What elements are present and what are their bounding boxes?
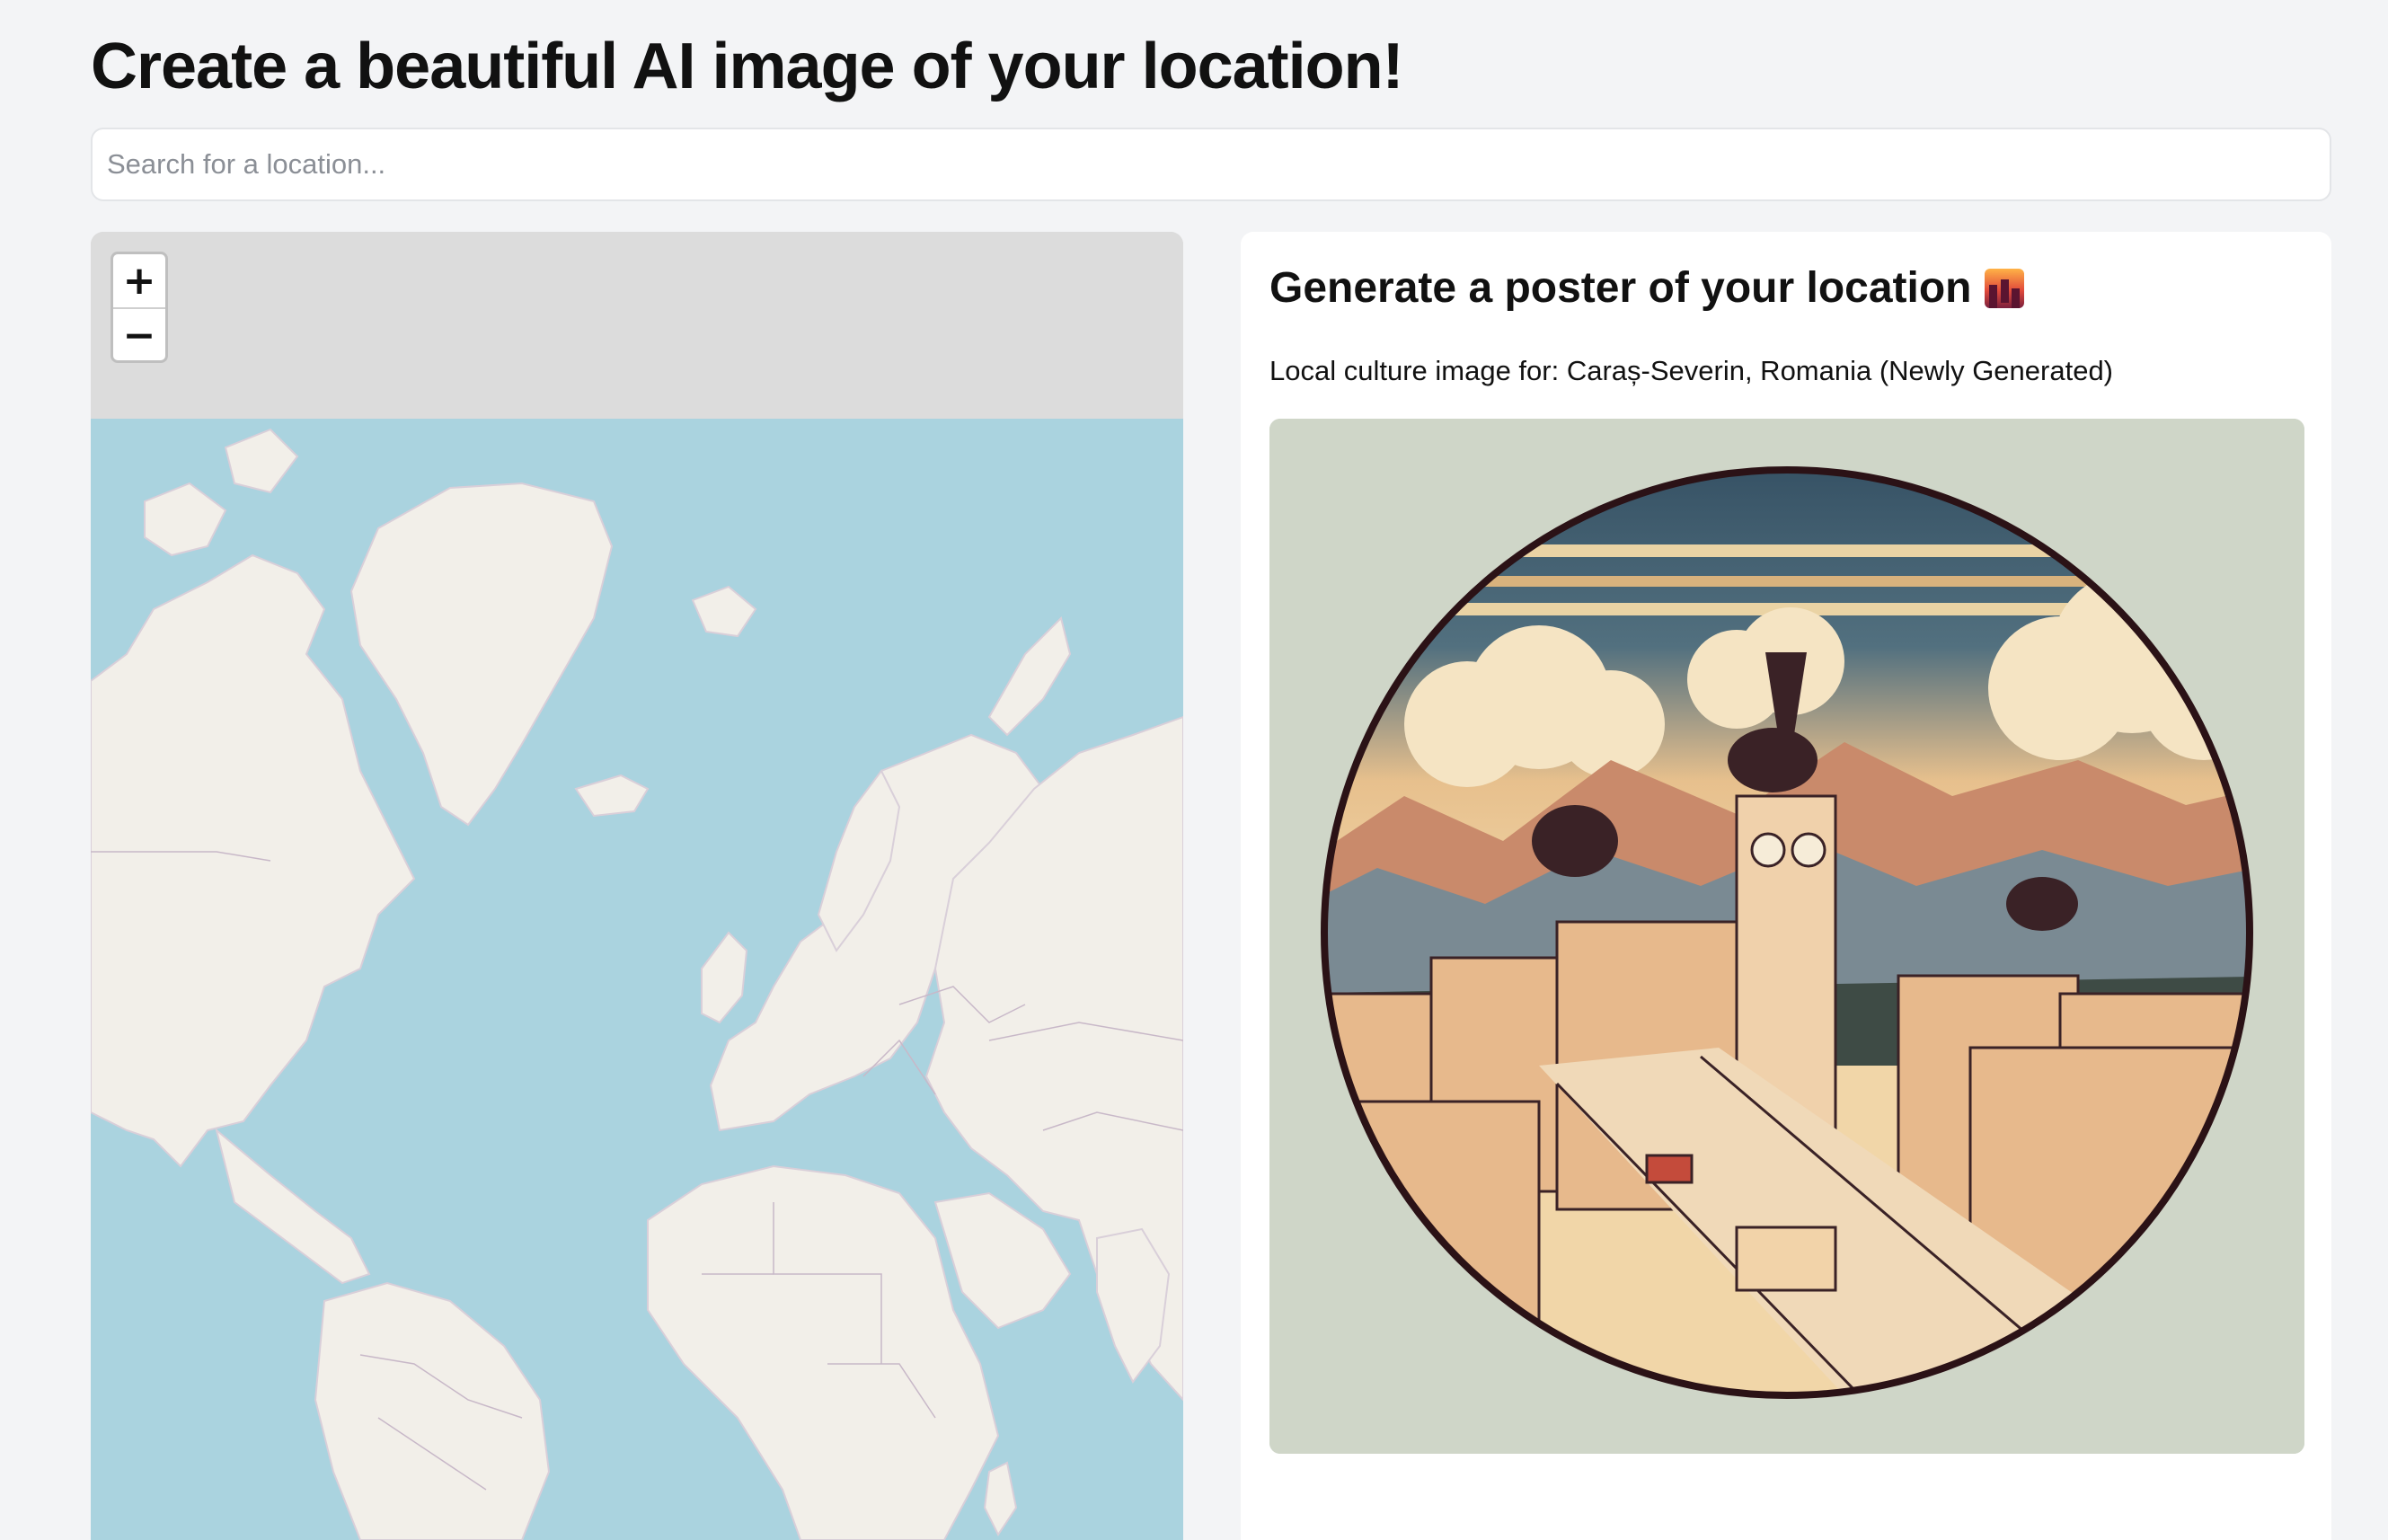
city-illustration-image (1269, 419, 2304, 1454)
map-nodata-area (91, 232, 1183, 419)
poster-title-text: Generate a poster of your location (1269, 264, 1972, 312)
page-title: Create a beautiful AI image of your loca… (91, 31, 1404, 102)
map-panel[interactable]: + − (91, 232, 1183, 1540)
zoom-in-button[interactable]: + (113, 254, 165, 307)
zoom-control: + − (111, 252, 168, 363)
world-map[interactable] (91, 232, 1183, 1540)
poster-title: Generate a poster of your location (1269, 257, 2024, 320)
city-sunset-icon (1984, 269, 2024, 308)
zoom-out-button[interactable]: − (113, 307, 165, 360)
page: Create a beautiful AI image of your loca… (0, 0, 2388, 1540)
search-input[interactable] (91, 128, 2331, 201)
poster-panel: Generate a poster of your location Local… (1241, 232, 2331, 1540)
poster-subtitle: Local culture image for: Caraș-Severin, … (1269, 355, 2114, 386)
